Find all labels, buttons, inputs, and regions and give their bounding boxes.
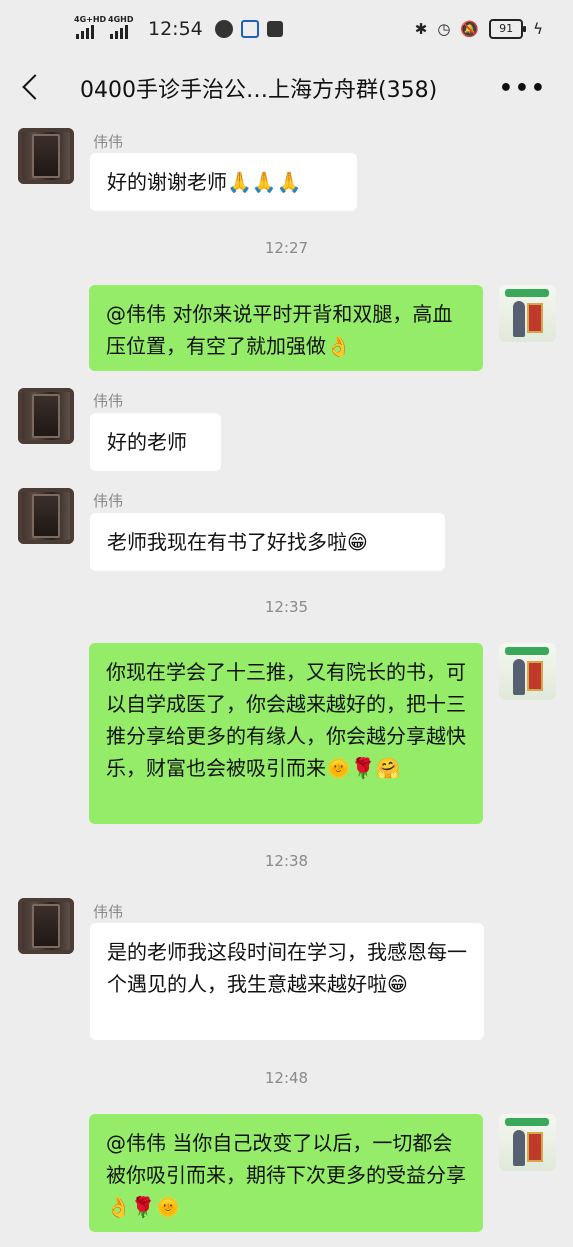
timestamp: 12:27 — [264, 239, 309, 257]
self-avatar[interactable] — [499, 643, 556, 700]
clock: 12:54 — [148, 18, 203, 40]
signal-icon: 4G+HD — [74, 15, 106, 39]
status-bar: 4G+HD 4GHD 12:54 ✱ ◷ 🔕 91 ϟ — [0, 0, 573, 62]
avatar[interactable] — [18, 388, 74, 444]
charging-icon: ϟ — [533, 20, 543, 38]
status-right: ✱ ◷ 🔕 91 ϟ — [415, 19, 543, 39]
sender-name: 伟伟 — [93, 133, 124, 151]
message-bubble[interactable]: 是的老师我这段时间在学习，我感恩每一个遇见的人，我生意越来越好啦😁 — [90, 923, 484, 1040]
message-bubble[interactable]: 好的老师 — [90, 413, 221, 471]
avatar[interactable] — [18, 128, 74, 184]
self-avatar[interactable] — [499, 1114, 556, 1171]
chat-title: 0400手诊手治公…上海方舟群(358) — [80, 78, 438, 103]
sender-name: 伟伟 — [93, 392, 124, 410]
message-bubble[interactable]: 你现在学会了十三推，又有院长的书，可以自学成医了，你会越来越好的，把十三推分享给… — [89, 643, 483, 824]
avatar[interactable] — [18, 898, 74, 954]
chat-header: 0400手诊手治公…上海方舟群(358) ••• — [0, 62, 573, 112]
app-notification-icon — [240, 20, 259, 38]
bag-notification-icon — [266, 21, 283, 37]
status-left: 4G+HD 4GHD 12:54 — [74, 15, 283, 40]
sender-name: 伟伟 — [93, 903, 124, 921]
back-arrow-icon[interactable] — [16, 70, 46, 104]
more-options-icon[interactable]: ••• — [499, 76, 547, 101]
self-avatar[interactable] — [499, 285, 556, 342]
mute-icon: 🔕 — [460, 20, 480, 38]
message-bubble[interactable]: @伟伟 当你自己改变了以后，一切都会被你吸引而来，期待下次更多的受益分享👌🌹🌞 — [89, 1114, 483, 1232]
message-bubble[interactable]: @伟伟 对你来说平时开背和双腿，高血压位置，有空了就加强做👌 — [89, 285, 483, 371]
timestamp: 12:48 — [264, 1069, 309, 1087]
signal-icon: 4GHD — [108, 15, 134, 39]
message-notification-icon — [214, 20, 233, 38]
sender-name: 伟伟 — [93, 492, 124, 510]
message-bubble[interactable]: 好的谢谢老师🙏🙏🙏 — [90, 153, 357, 211]
avatar[interactable] — [18, 488, 74, 544]
network-label-1: 4G+HD — [74, 15, 107, 24]
bluetooth-icon: ✱ — [414, 20, 428, 38]
message-bubble[interactable]: 老师我现在有书了好找多啦😁 — [90, 513, 445, 571]
network-label-2: 4GHD — [108, 15, 134, 24]
timestamp: 12:35 — [264, 598, 309, 616]
battery-icon: 91 — [489, 19, 527, 39]
timestamp: 12:38 — [264, 852, 309, 870]
alarm-icon: ◷ — [437, 20, 451, 38]
